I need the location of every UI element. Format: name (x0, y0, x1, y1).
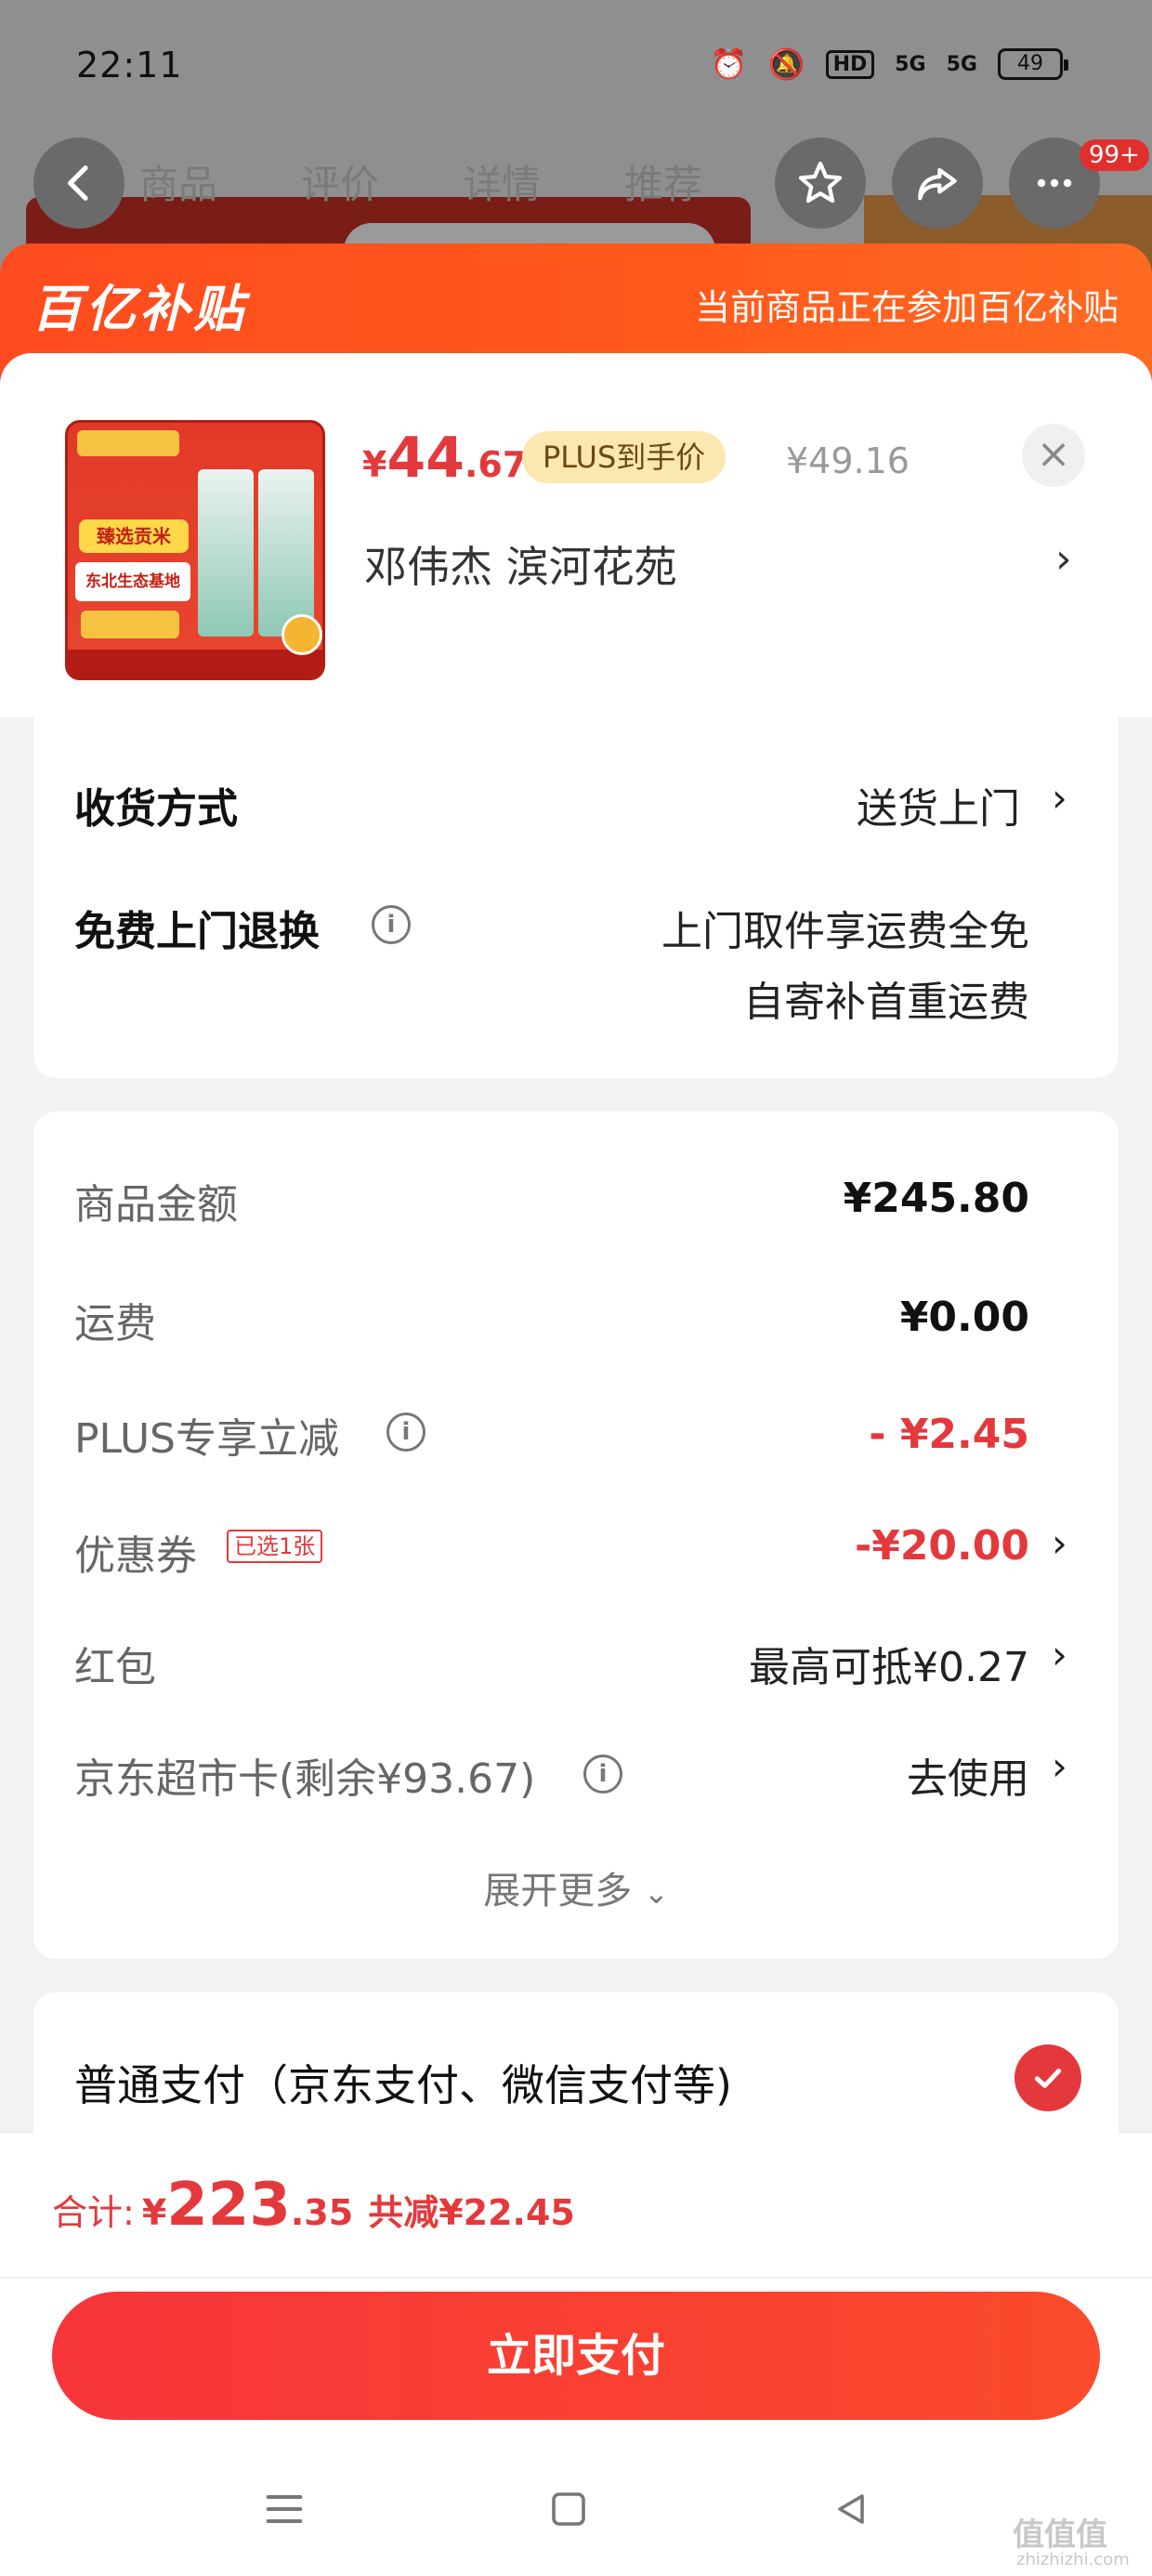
more-dots-icon (1037, 178, 1072, 188)
status-bar: 22:11 ⏰ 🔕 HD 5G 5G 49 (0, 0, 1152, 139)
chevron-right-icon[interactable]: › (1055, 535, 1072, 583)
chevron-right-icon[interactable]: › (1052, 1632, 1067, 1677)
background-tabs: 商品 评价 详情 推荐 (139, 153, 702, 210)
redpack-value[interactable]: 最高可抵¥0.27 (749, 1634, 1029, 1693)
signal-icon: 5G (895, 52, 926, 76)
promo-logo: 百亿补贴 (32, 280, 247, 338)
expand-more[interactable]: 展开更多 ⌄ (0, 1860, 1152, 1914)
price-integer: 44 (386, 426, 465, 491)
thumb-seal (281, 614, 322, 655)
plus-price-tag: PLUS到手价 (522, 431, 727, 483)
thumb-rice-bag (258, 469, 314, 637)
cart-badge: 99+ (1080, 139, 1149, 171)
product-thumbnail[interactable]: 臻选贡米 东北生态基地 (65, 420, 325, 680)
chevron-down-icon: ⌄ (643, 1875, 669, 1911)
thumb-tag: 东北生态基地 (75, 562, 190, 601)
favorite-button[interactable] (775, 138, 866, 229)
shipping-label: 运费 (74, 1300, 156, 1347)
chevron-right-icon[interactable]: › (1052, 775, 1067, 821)
expand-more-label: 展开更多 (483, 1870, 633, 1912)
price-decimal: .67 (464, 444, 528, 485)
price-symbol: ¥ (362, 444, 387, 485)
redpack-label: 红包 (74, 1644, 156, 1691)
tab-details: 详情 (463, 162, 542, 207)
total-decimal: .35 (290, 2192, 354, 2233)
tab-goods: 商品 (139, 162, 218, 207)
close-icon: × (1036, 430, 1071, 478)
thumb-brand-strip (77, 430, 179, 456)
watermark-url: zhizhizhi.com (1016, 2550, 1130, 2569)
pay-now-button[interactable]: 立即支付 (52, 2292, 1100, 2420)
info-icon[interactable]: i (386, 1413, 425, 1452)
battery-icon: 49 (998, 48, 1068, 80)
mute-icon: 🔕 (767, 46, 805, 82)
signal-icon-2: 5G (946, 52, 977, 76)
delivery-method-label: 收货方式 (74, 785, 238, 833)
home-nav-button[interactable] (531, 2472, 606, 2546)
coupon-value[interactable]: -¥20.00 (855, 1522, 1029, 1570)
share-icon (918, 167, 957, 201)
free-return-line2: 自寄补首重运费 (743, 979, 1029, 1026)
goods-amount-value: ¥245.80 (843, 1175, 1029, 1222)
order-total: 合计: ¥ 223 .35 共减¥22.45 (52, 2171, 575, 2240)
tab-recommend: 推荐 (624, 162, 703, 207)
info-icon[interactable]: i (372, 905, 411, 944)
tab-reviews: 评价 (301, 162, 380, 207)
free-return-label: 免费上门退换 (74, 908, 320, 955)
total-saved: 共减¥22.45 (368, 2192, 575, 2233)
supermarket-card-label: 京东超市卡(剩余¥93.67) (74, 1755, 536, 1803)
coupon-label: 优惠券 (74, 1532, 197, 1580)
chevron-right-icon[interactable]: › (1052, 1520, 1067, 1566)
square-icon (552, 2492, 585, 2526)
chevron-left-icon (68, 165, 88, 201)
plus-discount-label: PLUS专享立减 (74, 1415, 339, 1463)
share-button[interactable] (892, 138, 983, 229)
coupon-selected-badge: 已选1张 (227, 1530, 323, 1563)
delivery-method-value[interactable]: 送货上门 (857, 775, 1020, 835)
info-icon[interactable]: i (583, 1755, 622, 1794)
hd-icon: HD (825, 49, 875, 79)
check-icon (1034, 2069, 1062, 2088)
total-symbol: ¥ (141, 2192, 167, 2233)
shipping-value: ¥0.00 (899, 1294, 1029, 1341)
thumb-tag-strip (81, 611, 179, 638)
goods-amount-label: 商品金额 (74, 1181, 238, 1229)
thumb-footer (68, 650, 322, 677)
back-button[interactable] (33, 138, 124, 229)
watermark-logo: 值值值 (1013, 2517, 1107, 2554)
menu-nav-button[interactable] (247, 2472, 321, 2546)
triangle-back-icon (838, 2494, 864, 2524)
divider (0, 2277, 1152, 2279)
status-time: 22:11 (76, 45, 183, 85)
product-price: ¥ 44 .67 (362, 426, 527, 491)
supermarket-card-action[interactable]: 去使用 (907, 1745, 1029, 1805)
payment-method-label[interactable]: 普通支付（京东支付、微信支付等) (74, 2052, 732, 2113)
close-button[interactable]: × (1022, 424, 1085, 487)
menu-icon (266, 2495, 303, 2523)
alarm-icon: ⏰ (710, 46, 748, 82)
plus-discount-value: - ¥2.45 (869, 1411, 1029, 1458)
original-price: ¥49.16 (786, 440, 910, 481)
total-integer: 223 (166, 2171, 291, 2240)
star-icon (798, 161, 843, 204)
back-nav-button[interactable] (814, 2472, 888, 2546)
promo-notice: 当前商品正在参加百亿补贴 (694, 287, 1119, 328)
payment-selected-check[interactable] (1015, 2044, 1081, 2111)
thumb-rice-bag (198, 469, 254, 637)
chevron-right-icon[interactable]: › (1052, 1743, 1067, 1789)
status-icons: ⏰ 🔕 HD 5G 5G 49 (710, 46, 1068, 82)
total-label: 合计: (52, 2192, 135, 2233)
delivery-address[interactable]: 邓伟杰 滨河花苑 (364, 533, 677, 595)
thumb-tag: 臻选贡米 (79, 519, 189, 553)
free-return-line1: 上门取件享运费全免 (661, 908, 1029, 955)
